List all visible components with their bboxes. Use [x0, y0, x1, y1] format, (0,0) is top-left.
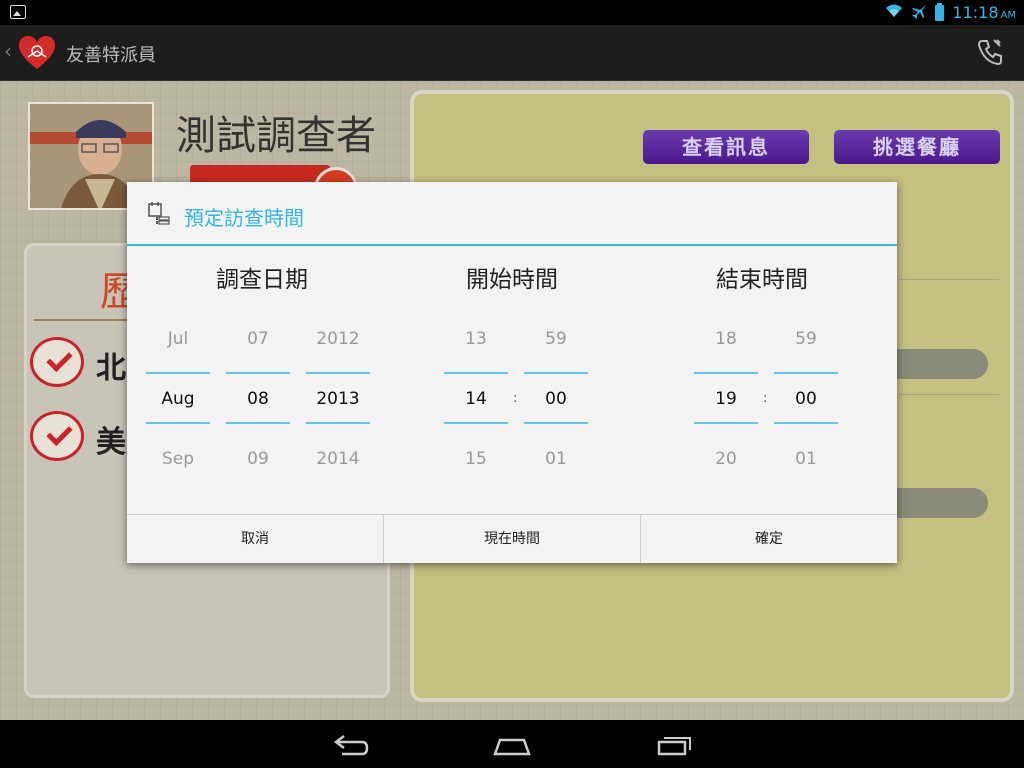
choose-restaurant-button[interactable]: 挑選餐廳 — [834, 130, 1000, 164]
home-icon[interactable] — [492, 730, 532, 760]
start-minute-prev[interactable]: 59 — [524, 329, 588, 349]
end-time-column-heading: 結束時間 — [716, 267, 808, 293]
status-icons: 11:18 AM — [885, 0, 1016, 25]
confirm-button[interactable]: 確定 — [641, 515, 897, 563]
image-icon — [10, 5, 26, 19]
profile-name: 測試調查者 — [176, 113, 376, 159]
divider — [444, 372, 508, 374]
start-minute-current[interactable]: 00 — [524, 389, 588, 409]
end-hour-next[interactable]: 20 — [694, 449, 758, 469]
divider — [226, 422, 290, 424]
start-hour-current[interactable]: 14 — [444, 389, 508, 409]
input-bar[interactable] — [884, 349, 988, 379]
cancel-button[interactable]: 取消 — [127, 515, 384, 563]
day-next[interactable]: 09 — [226, 449, 290, 469]
phone-settings-icon[interactable] — [976, 37, 1006, 67]
divider — [306, 422, 370, 424]
date-column-heading: 調查日期 — [216, 267, 308, 293]
battery-icon — [935, 2, 945, 21]
divider — [524, 422, 588, 424]
day-prev[interactable]: 07 — [226, 329, 290, 349]
recent-apps-icon[interactable] — [655, 730, 695, 760]
divider — [146, 372, 210, 374]
divider — [444, 422, 508, 424]
end-minute-current[interactable]: 00 — [774, 389, 838, 409]
now-button[interactable]: 現在時間 — [384, 515, 641, 563]
status-bar: 11:18 AM — [0, 0, 1024, 25]
divider — [694, 372, 758, 374]
start-minute-next[interactable]: 01 — [524, 449, 588, 469]
divider — [694, 422, 758, 424]
end-hour-current[interactable]: 19 — [694, 389, 758, 409]
dialog-header: 預定訪查時間 — [127, 182, 897, 246]
clock-ampm: AM — [1000, 10, 1016, 21]
year-current[interactable]: 2013 — [306, 389, 370, 409]
view-messages-button[interactable]: 查看訊息 — [643, 130, 809, 164]
list-item-label: 北 — [96, 351, 126, 386]
navigation-bar — [0, 720, 1024, 768]
clock: 11:18 AM — [952, 3, 1016, 22]
divider — [774, 372, 838, 374]
back-icon[interactable] — [330, 730, 370, 760]
divider — [306, 372, 370, 374]
month-next[interactable]: Sep — [146, 449, 210, 469]
dialog-footer: 取消 現在時間 確定 — [127, 514, 897, 563]
divider — [774, 422, 838, 424]
start-time-column-heading: 開始時間 — [466, 267, 558, 293]
time-separator: : — [513, 391, 518, 406]
calendar-list-icon — [148, 202, 170, 225]
action-bar: ‹ 友善特派員 — [0, 25, 1024, 81]
end-minute-prev[interactable]: 59 — [774, 329, 838, 349]
month-prev[interactable]: Jul — [146, 329, 210, 349]
year-prev[interactable]: 2012 — [306, 329, 370, 349]
time-separator: : — [763, 391, 768, 406]
wifi-icon — [885, 4, 903, 21]
app-title: 友善特派員 — [66, 45, 156, 66]
check-icon[interactable] — [30, 337, 84, 387]
divider — [899, 279, 999, 280]
heart-logo-icon[interactable] — [18, 35, 56, 71]
divider — [226, 372, 290, 374]
schedule-dialog: 預定訪查時間 調查日期 開始時間 結束時間 Jul Aug Sep 07 08 … — [127, 182, 897, 563]
day-current[interactable]: 08 — [226, 389, 290, 409]
start-hour-next[interactable]: 15 — [444, 449, 508, 469]
check-icon[interactable] — [30, 411, 84, 461]
divider — [899, 394, 999, 395]
dialog-title: 預定訪查時間 — [184, 206, 304, 230]
divider — [524, 372, 588, 374]
start-hour-prev[interactable]: 13 — [444, 329, 508, 349]
airplane-icon — [911, 3, 928, 22]
year-next[interactable]: 2014 — [306, 449, 370, 469]
input-bar[interactable] — [884, 488, 988, 518]
month-current[interactable]: Aug — [146, 389, 210, 409]
list-item-label: 美 — [96, 425, 126, 460]
divider — [146, 422, 210, 424]
end-hour-prev[interactable]: 18 — [694, 329, 758, 349]
up-caret-icon[interactable]: ‹ — [4, 39, 12, 63]
end-minute-next[interactable]: 01 — [774, 449, 838, 469]
